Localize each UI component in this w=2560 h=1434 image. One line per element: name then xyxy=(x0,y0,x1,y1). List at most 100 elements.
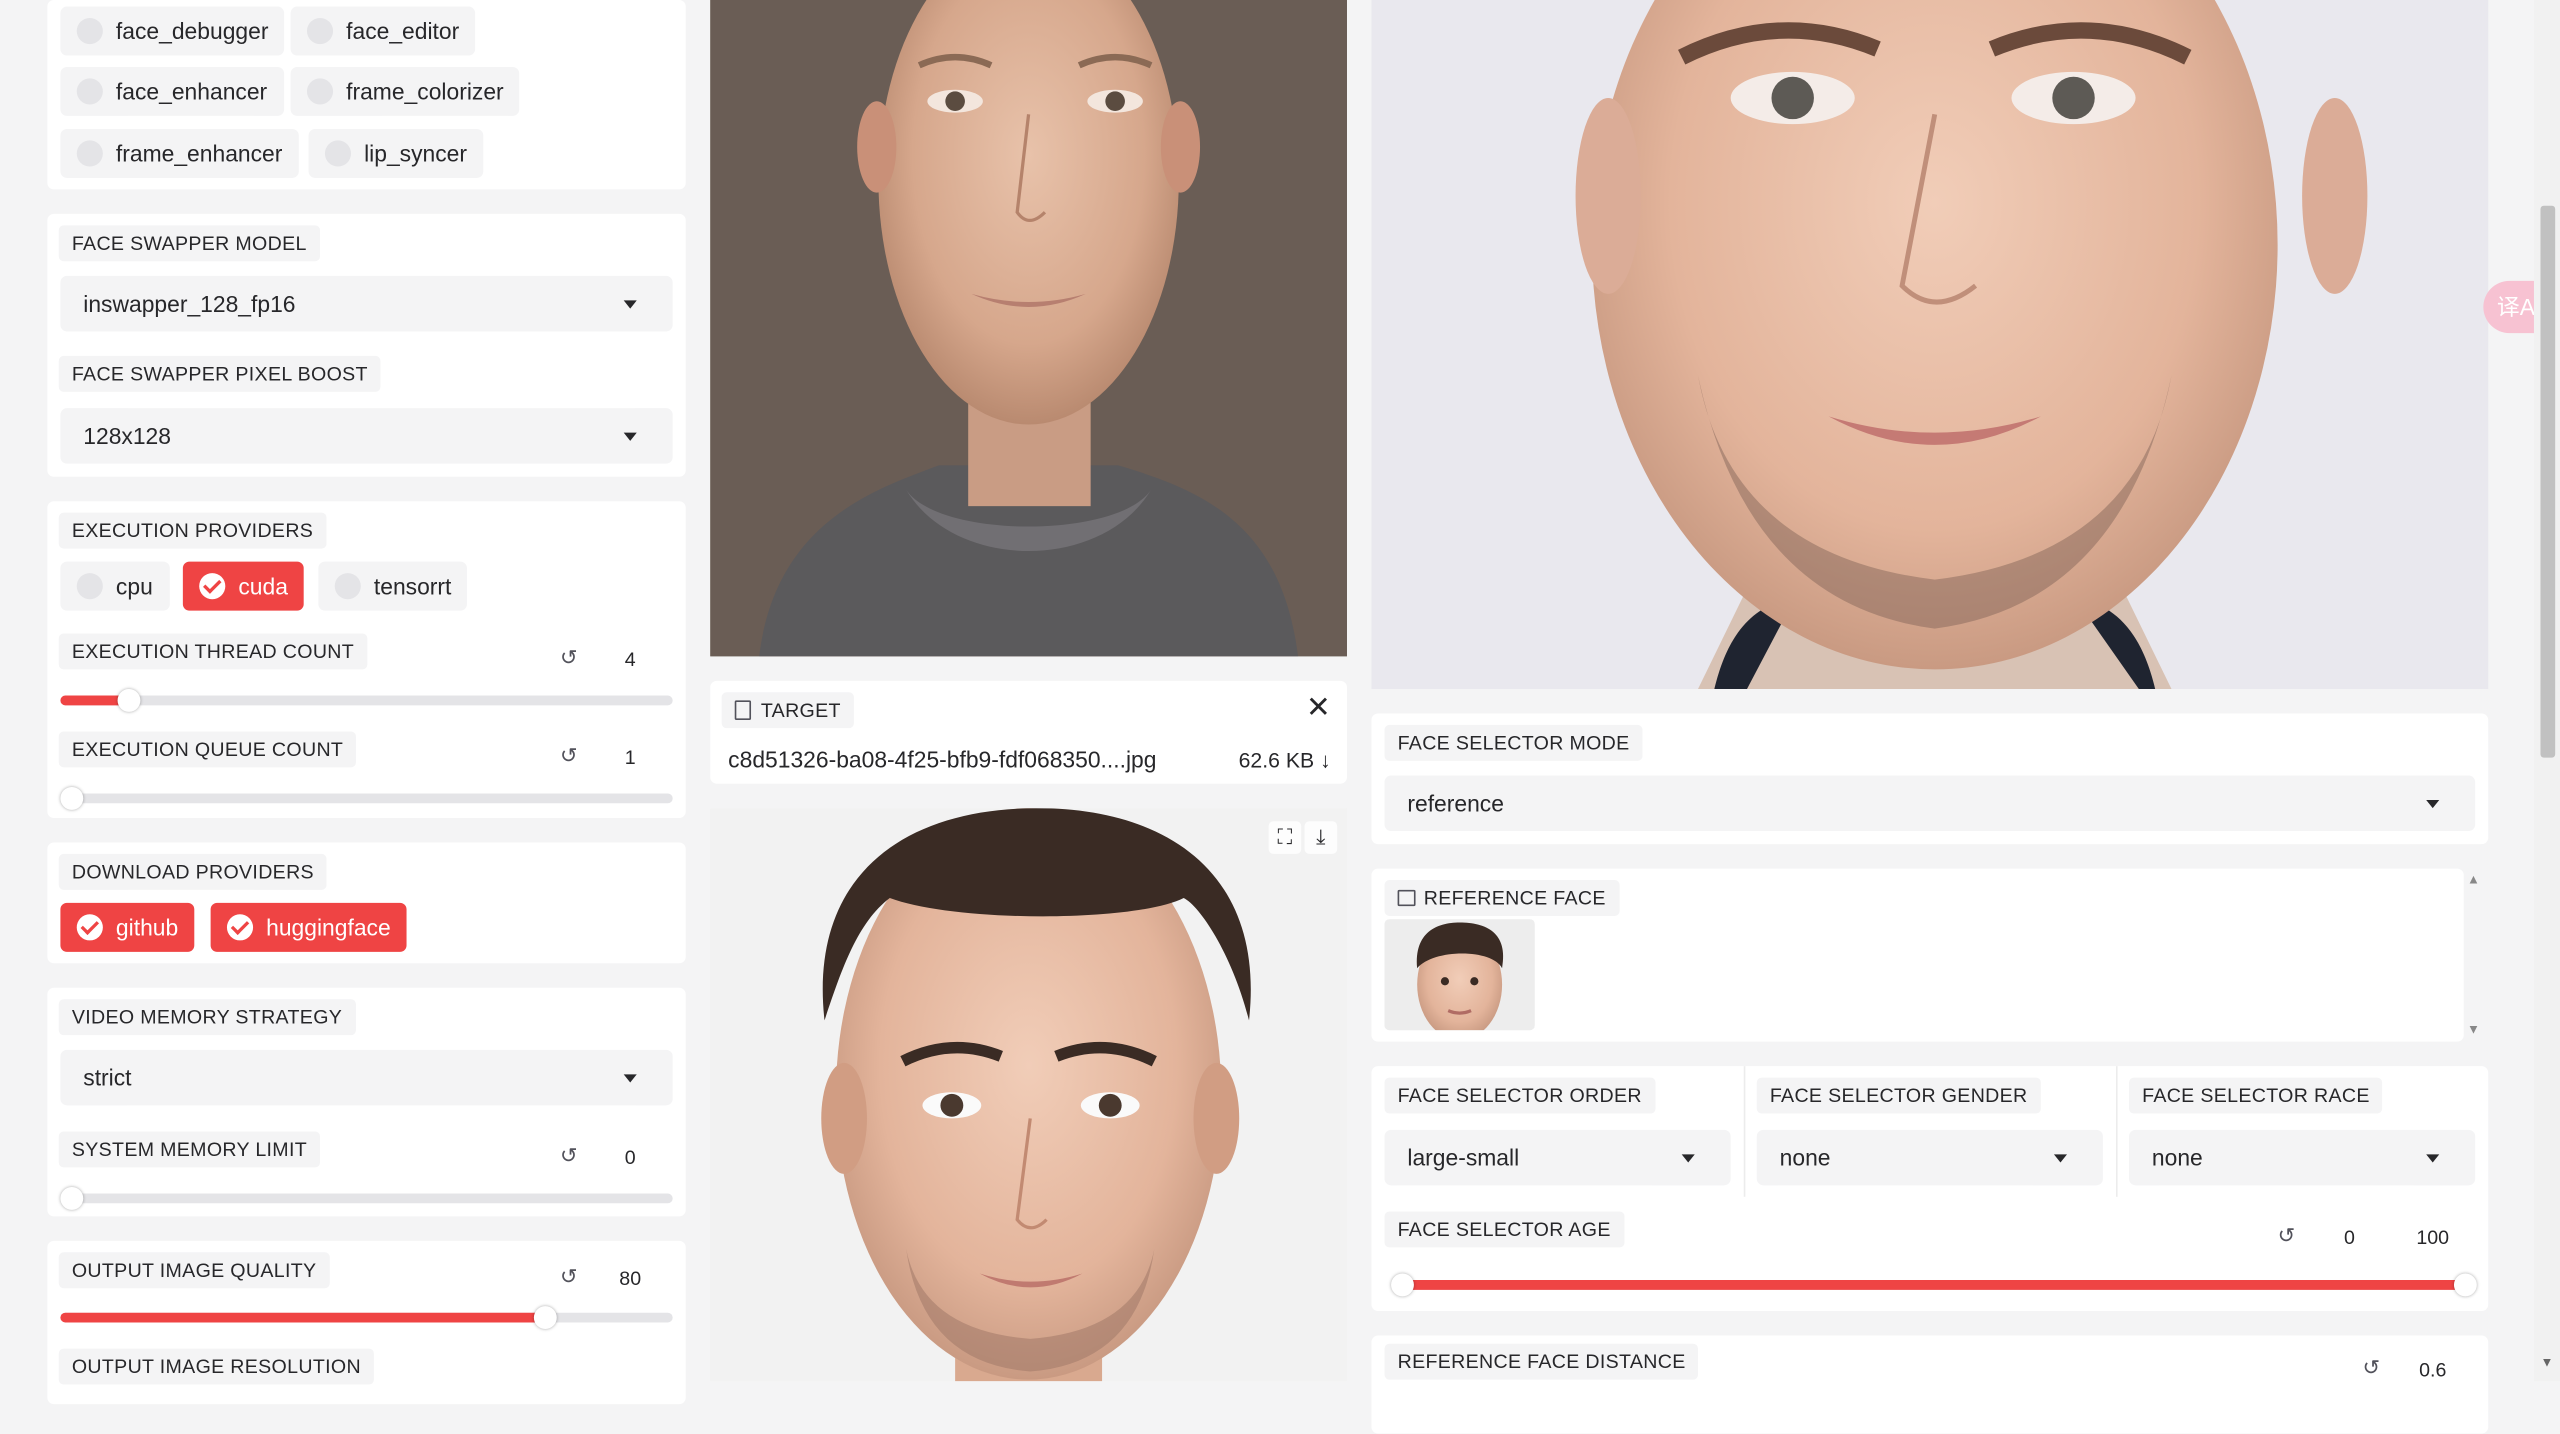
target-label: TARGET xyxy=(721,692,854,729)
reset-icon[interactable]: ↺ xyxy=(2363,1355,2381,1381)
checkbox-icon xyxy=(334,573,361,600)
column-divider xyxy=(2115,1066,2118,1197)
execution-thread-count-label: EXECUTION THREAD COUNT xyxy=(58,633,368,670)
slider-handle[interactable] xyxy=(60,1186,84,1210)
slider-handle[interactable] xyxy=(117,688,141,712)
scrollbar-thumb[interactable] xyxy=(2540,205,2556,758)
download-providers-label: DOWNLOAD PROVIDERS xyxy=(58,853,328,890)
file-icon xyxy=(734,700,752,721)
provider-label: huggingface xyxy=(266,914,391,941)
processor-lip-syncer[interactable]: lip_syncer xyxy=(308,128,484,178)
app-root: face_debugger face_editor face_enhancer … xyxy=(0,0,2560,1434)
face-selector-mode-select[interactable]: reference xyxy=(1384,775,2476,832)
checkbox-icon xyxy=(76,17,103,45)
reset-icon[interactable]: ↺ xyxy=(560,743,578,769)
system-memory-limit-slider[interactable] xyxy=(60,1186,673,1210)
execution-queue-count-slider[interactable] xyxy=(60,786,673,810)
target-face-illustration xyxy=(710,808,1347,1382)
reference-face-panel: REFERENCE FACE xyxy=(1371,868,2464,1042)
face-selector-age-max[interactable]: 100 xyxy=(2400,1226,2465,1249)
execution-queue-count-label: EXECUTION QUEUE COUNT xyxy=(58,731,357,768)
execution-provider-cuda[interactable]: cuda xyxy=(182,561,305,611)
face-swapper-model-select[interactable]: inswapper_128_fp16 xyxy=(60,275,673,332)
face-swapper-pixel-boost-select[interactable]: 128x128 xyxy=(60,408,673,464)
chevron-down-icon xyxy=(2426,1154,2440,1163)
processor-label: frame_enhancer xyxy=(115,140,283,167)
output-image-panel: OUTPUT IMAGE QUALITY ↺ 80 OUTPUT IMAGE R… xyxy=(47,1240,686,1405)
provider-label: tensorrt xyxy=(373,573,452,600)
reset-icon[interactable]: ↺ xyxy=(560,1264,578,1290)
select-value: none xyxy=(2151,1144,2203,1171)
target-image: ⛶ ⤓ xyxy=(710,808,1347,1382)
output-image-quality-value[interactable]: 80 xyxy=(602,1267,658,1290)
face-swapper-model-label: FACE SWAPPER MODEL xyxy=(58,225,320,262)
output-image-quality-label: OUTPUT IMAGE QUALITY xyxy=(58,1252,330,1289)
slider-handle-max[interactable] xyxy=(2453,1273,2477,1297)
processor-label: frame_colorizer xyxy=(346,78,504,105)
face-selector-age-label: FACE SELECTOR AGE xyxy=(1384,1211,1624,1248)
checkbox-icon xyxy=(306,17,334,45)
chevron-down-icon xyxy=(1681,1154,1695,1163)
scroll-up-icon[interactable]: ▲ xyxy=(2467,872,2480,887)
fullscreen-icon[interactable]: ⛶ xyxy=(1268,821,1302,854)
system-memory-limit-label: SYSTEM MEMORY LIMIT xyxy=(58,1131,321,1168)
close-icon[interactable]: ✕ xyxy=(1306,691,1331,725)
slider-handle[interactable] xyxy=(533,1306,557,1330)
execution-thread-count-slider[interactable] xyxy=(60,688,673,712)
video-memory-strategy-label: VIDEO MEMORY STRATEGY xyxy=(58,999,356,1036)
reference-face-illustration xyxy=(1384,919,1535,1031)
reference-face-thumbnail[interactable] xyxy=(1384,919,1535,1031)
execution-thread-count-value[interactable]: 4 xyxy=(602,648,658,671)
face-selector-race-select[interactable]: none xyxy=(2129,1129,2476,1186)
face-selector-order-select[interactable]: large-small xyxy=(1384,1129,1731,1186)
system-memory-limit-value[interactable]: 0 xyxy=(602,1146,658,1169)
checkbox-icon xyxy=(76,78,103,105)
chevron-down-icon xyxy=(623,300,637,309)
checkbox-icon xyxy=(76,140,103,167)
reset-icon[interactable]: ↺ xyxy=(560,645,578,671)
checkbox-icon xyxy=(306,78,334,105)
download-provider-huggingface[interactable]: huggingface xyxy=(210,902,408,952)
execution-providers-label: EXECUTION PROVIDERS xyxy=(58,512,327,549)
processors-panel: face_debugger face_editor face_enhancer … xyxy=(47,0,686,190)
slider-fill xyxy=(60,1312,551,1323)
scroll-down-icon[interactable]: ▼ xyxy=(2467,1022,2480,1037)
slider-handle-min[interactable] xyxy=(1391,1273,1414,1297)
scroll-down-arrow-icon[interactable]: ▼ xyxy=(2540,1355,2553,1370)
checkbox-icon xyxy=(324,140,352,167)
checkmark-icon xyxy=(76,914,103,941)
execution-provider-cpu[interactable]: cpu xyxy=(60,561,170,611)
reset-icon[interactable]: ↺ xyxy=(2278,1223,2296,1249)
video-memory-strategy-select[interactable]: strict xyxy=(60,1049,673,1106)
processor-face-debugger[interactable]: face_debugger xyxy=(60,6,285,56)
source-image xyxy=(710,0,1347,657)
output-face-illustration xyxy=(1371,0,2489,689)
processor-face-enhancer[interactable]: face_enhancer xyxy=(60,66,284,116)
select-value: strict xyxy=(83,1064,132,1091)
reference-face-distance-value[interactable]: 0.6 xyxy=(2400,1358,2465,1381)
face-selector-filters-panel: FACE SELECTOR ORDER large-small FACE SEL… xyxy=(1371,1066,2489,1312)
execution-panel: EXECUTION PROVIDERS cpu cuda tensorrt EX… xyxy=(47,501,686,818)
face-selector-age-slider[interactable] xyxy=(1391,1273,2477,1297)
target-filename[interactable]: c8d51326-ba08-4f25-bfb9-fdf068350....jpg xyxy=(728,746,1156,772)
page-scrollbar[interactable]: ▼ xyxy=(2533,0,2560,1382)
download-icon[interactable]: ⤓ xyxy=(1304,821,1338,854)
select-value: none xyxy=(1779,1144,1831,1171)
execution-provider-tensorrt[interactable]: tensorrt xyxy=(318,561,468,611)
output-image-resolution-label: OUTPUT IMAGE RESOLUTION xyxy=(58,1348,375,1385)
provider-label: cpu xyxy=(115,573,153,600)
slider-handle[interactable] xyxy=(60,786,84,810)
processor-frame-enhancer[interactable]: frame_enhancer xyxy=(60,128,299,178)
chevron-down-icon xyxy=(2426,800,2440,809)
processor-face-editor[interactable]: face_editor xyxy=(290,6,476,56)
output-image-quality-slider[interactable] xyxy=(60,1306,673,1330)
face-selector-age-min[interactable]: 0 xyxy=(2318,1226,2380,1249)
processor-frame-colorizer[interactable]: frame_colorizer xyxy=(290,66,520,116)
execution-queue-count-value[interactable]: 1 xyxy=(602,746,658,769)
checkmark-icon xyxy=(226,914,254,941)
reset-icon[interactable]: ↺ xyxy=(560,1143,578,1169)
download-provider-github[interactable]: github xyxy=(60,902,195,952)
chevron-down-icon xyxy=(2053,1154,2067,1163)
reference-face-distance-panel: REFERENCE FACE DISTANCE ↺ 0.6 xyxy=(1371,1335,2489,1434)
face-selector-gender-select[interactable]: none xyxy=(1756,1129,2103,1186)
